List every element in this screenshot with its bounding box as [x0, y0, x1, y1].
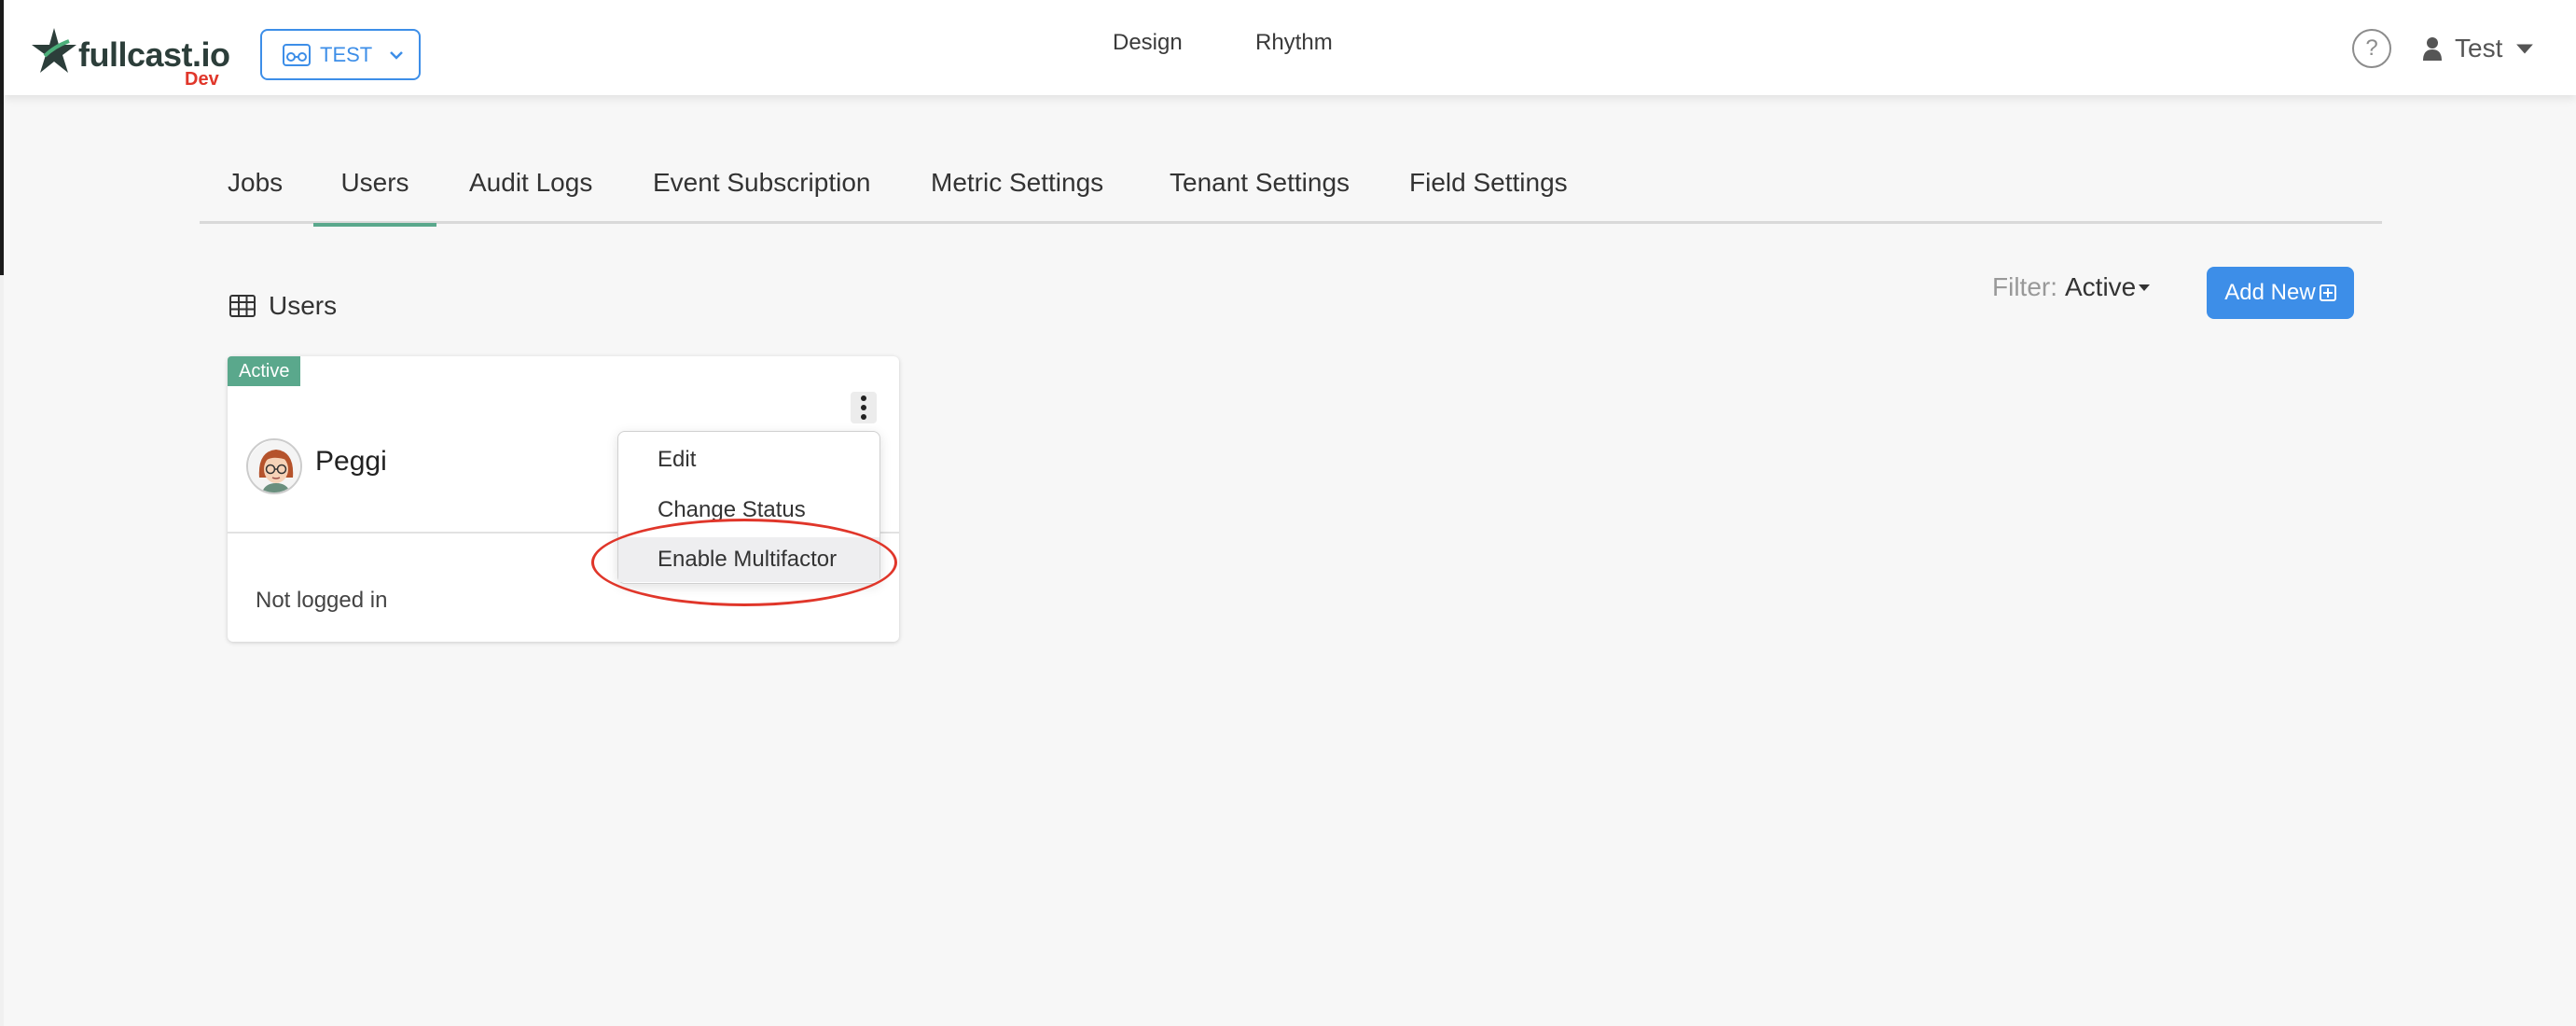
user-name: Peggi [315, 446, 387, 477]
section-title-label: Users [269, 291, 338, 320]
section-title: Users [229, 289, 337, 323]
login-status: Not logged in [256, 588, 388, 613]
tab-label: Audit Logs [469, 168, 593, 197]
menu-item-label: Change Status [658, 497, 806, 522]
tab-jobs[interactable]: Jobs [228, 140, 283, 224]
menu-item-edit[interactable]: Edit [618, 437, 879, 482]
nav-design[interactable]: Design [1113, 30, 1183, 56]
tab-label: Users [340, 168, 409, 197]
help-glyph: ? [2365, 35, 2378, 61]
tab-audit-logs[interactable]: Audit Logs [469, 140, 592, 224]
plus-square-icon [2319, 284, 2336, 301]
environment-selector-label: TEST [320, 42, 373, 66]
add-new-label: Add New [2224, 280, 2316, 305]
tab-label: Jobs [228, 168, 284, 197]
user-avatar-icon [248, 440, 300, 492]
environment-selector[interactable]: TEST [260, 29, 421, 80]
user-menu-name: Test [2455, 34, 2503, 62]
user-icon [2423, 37, 2442, 61]
avatar [246, 438, 302, 494]
admin-tabs: Jobs Users Audit Logs Event Subscription… [200, 140, 2382, 227]
nav-rhythm[interactable]: Rhythm [1255, 30, 1333, 56]
tab-label: Event Subscription [653, 168, 871, 197]
tab-event-subscription[interactable]: Event Subscription [653, 140, 870, 224]
menu-item-enable-multifactor[interactable]: Enable Multifactor [618, 537, 879, 582]
menu-item-label: Enable Multifactor [658, 547, 838, 572]
filter-label: Filter: [1992, 272, 2057, 301]
chevron-down-icon [390, 50, 404, 60]
top-header: fullcast.io Dev TEST Design Rhythm ? Tes… [4, 0, 2576, 95]
tab-users[interactable]: Users [313, 140, 436, 227]
filter-value: Active [2065, 272, 2137, 301]
tab-label: Field Settings [1409, 168, 1568, 197]
menu-item-label: Edit [658, 447, 697, 472]
user-menu[interactable]: Test [2423, 28, 2534, 69]
tab-field-settings[interactable]: Field Settings [1409, 140, 1568, 224]
help-icon[interactable]: ? [2352, 29, 2391, 68]
tab-tenant-settings[interactable]: Tenant Settings [1170, 140, 1350, 224]
card-options-menu: Edit Change Status Enable Multifactor [617, 431, 880, 584]
glasses-icon [283, 43, 311, 66]
table-icon [229, 295, 256, 317]
caret-down-icon [2516, 44, 2534, 54]
more-options-icon[interactable] [851, 392, 877, 423]
caret-down-icon [2139, 284, 2151, 291]
add-new-button[interactable]: Add New [2207, 267, 2354, 319]
menu-item-change-status[interactable]: Change Status [618, 488, 879, 533]
brand-logo[interactable]: fullcast.io Dev [32, 24, 246, 90]
tab-metric-settings[interactable]: Metric Settings [931, 140, 1103, 224]
environment-label: Dev [185, 69, 219, 90]
tab-label: Tenant Settings [1170, 168, 1350, 197]
status-filter[interactable]: Filter: Active [1992, 272, 2151, 302]
star-logo-icon [32, 28, 76, 73]
status-badge: Active [228, 356, 301, 386]
tab-label: Metric Settings [931, 168, 1104, 197]
window-edge [0, 0, 4, 1026]
